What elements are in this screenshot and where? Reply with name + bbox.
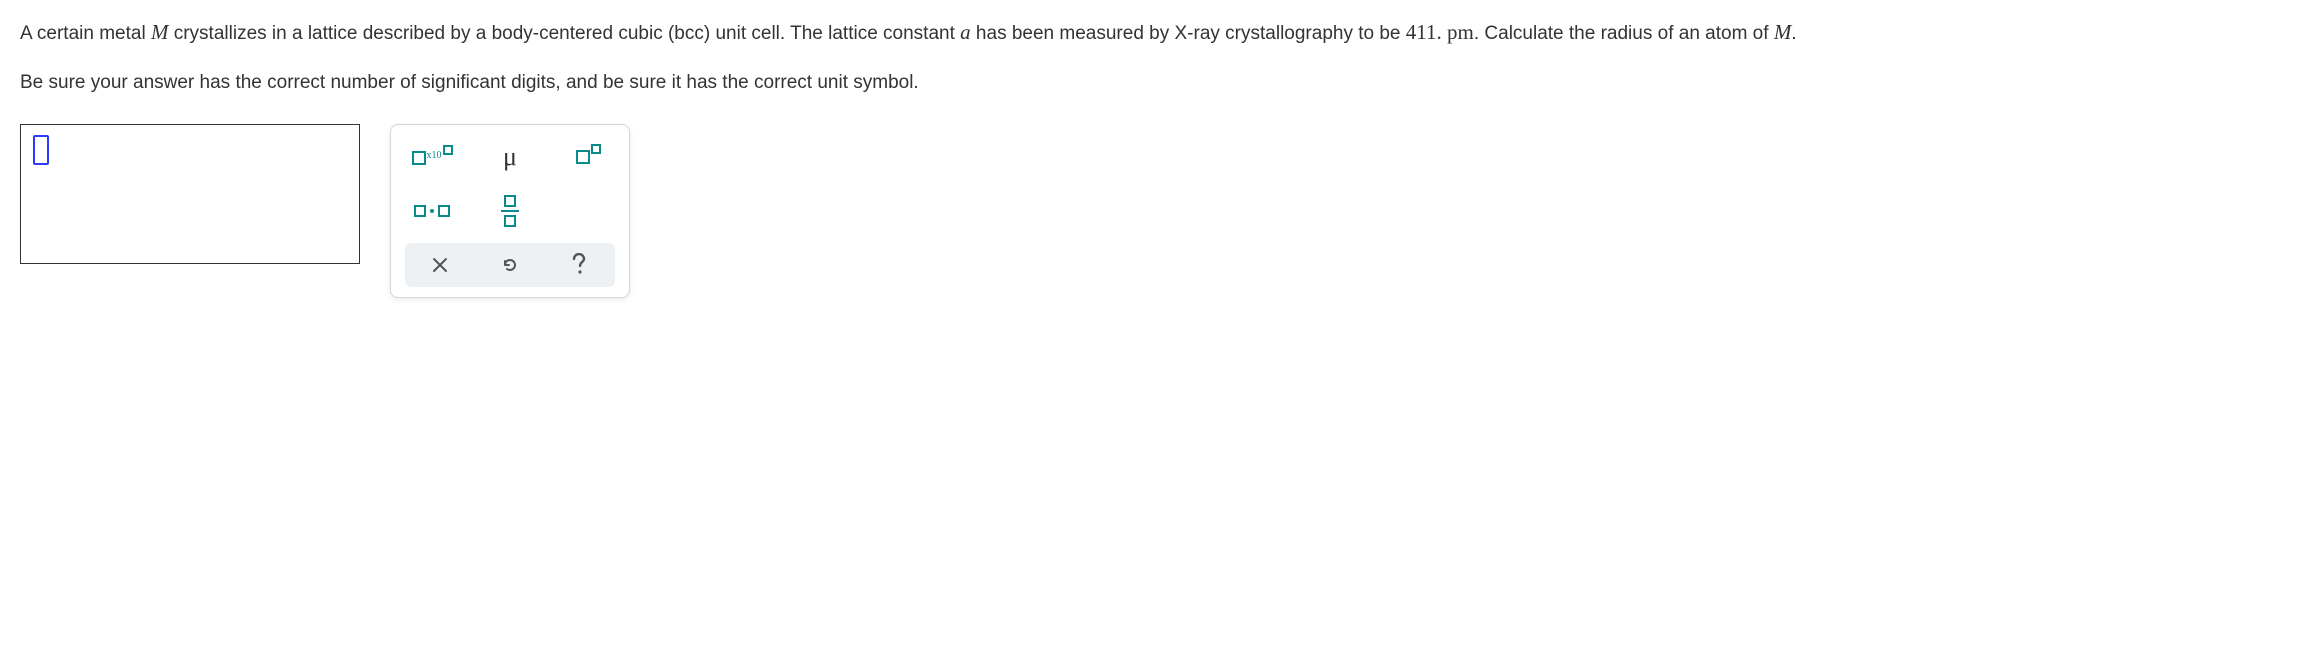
multiply-button[interactable] [408, 193, 456, 229]
q-text: A certain metal [20, 23, 151, 44]
multiply-icon [414, 205, 450, 217]
question-icon [570, 253, 590, 277]
q-text: crystallizes in a lattice described by a… [168, 23, 960, 44]
question-text: A certain metal M crystallizes in a latt… [20, 16, 2280, 98]
close-icon [431, 256, 449, 274]
fraction-icon [501, 195, 519, 227]
q-text: . [1791, 23, 1796, 44]
q-text: . Calculate the radius of an atom of [1474, 23, 1774, 44]
sci-notation-button[interactable]: x10 [408, 139, 456, 175]
mu-icon: μ [503, 136, 517, 178]
mu-button[interactable]: μ [486, 139, 534, 175]
lattice-value: 411. [1406, 20, 1442, 44]
clear-button[interactable] [420, 248, 460, 282]
answer-input[interactable] [20, 124, 360, 264]
superscript-icon [576, 150, 600, 164]
q-instruction: Be sure your answer has the correct numb… [20, 68, 2280, 98]
superscript-button[interactable] [564, 139, 612, 175]
symbol-palette: x10 μ [390, 124, 630, 298]
help-button[interactable] [560, 248, 600, 282]
q-text: has been measured by X-ray crystallograp… [971, 23, 1406, 44]
var-M: M [1774, 20, 1792, 44]
var-M: M [151, 20, 169, 44]
fraction-button[interactable] [486, 193, 534, 229]
reset-button[interactable] [490, 248, 530, 282]
lattice-unit: pm [1442, 20, 1474, 44]
undo-icon [500, 255, 520, 275]
input-cursor [33, 135, 49, 165]
var-a: a [960, 20, 971, 44]
sci-notation-icon: x10 [412, 148, 453, 165]
